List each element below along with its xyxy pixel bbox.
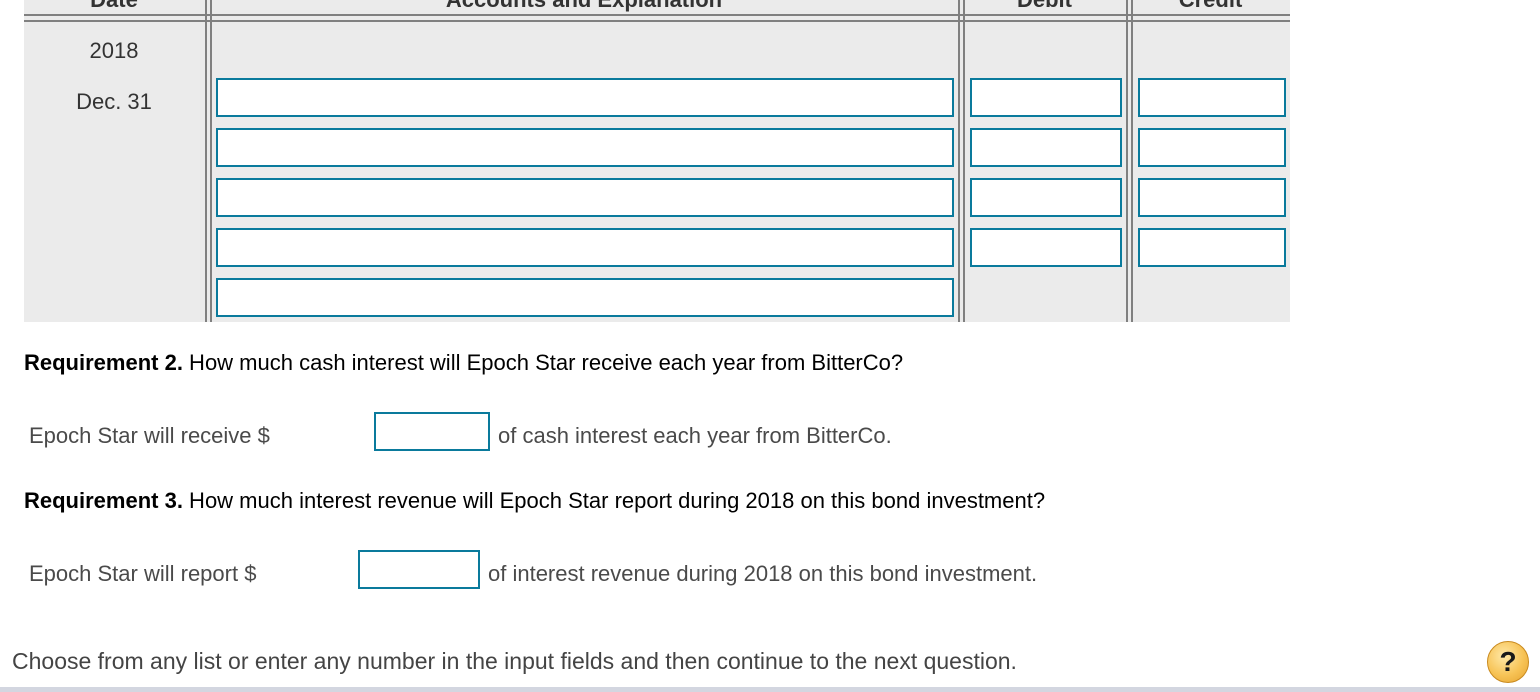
header-debit: Debit (963, 0, 1126, 13)
column-divider (963, 0, 965, 322)
column-divider (1126, 0, 1128, 322)
help-question-icon: ? (1499, 646, 1517, 677)
credit-input[interactable] (1138, 128, 1286, 167)
interest-revenue-input[interactable] (358, 550, 480, 589)
requirement-3-prefix: Epoch Star will report $ (29, 561, 257, 586)
cash-interest-input[interactable] (374, 412, 490, 451)
entry-date: Dec. 31 (76, 89, 152, 114)
requirement-3-label: Requirement 3. (24, 488, 183, 513)
explanation-input[interactable] (216, 278, 954, 317)
column-divider (1131, 0, 1133, 322)
help-button[interactable]: ? (1487, 641, 1529, 683)
debit-input[interactable] (970, 178, 1122, 217)
requirement-3-text: How much interest revenue will Epoch Sta… (182, 488, 1046, 513)
requirement-2-suffix: of cash interest each year from BitterCo… (498, 423, 892, 448)
account-input[interactable] (216, 128, 954, 167)
footer-divider (0, 687, 1540, 692)
requirement-2-prefix: Epoch Star will receive $ (29, 423, 270, 448)
credit-input[interactable] (1138, 178, 1286, 217)
requirement-2-label: Requirement 2. (24, 350, 183, 375)
column-divider (958, 0, 960, 322)
requirement-3-suffix: of interest revenue during 2018 on this … (488, 561, 1038, 586)
debit-input[interactable] (970, 78, 1122, 117)
requirement-3-question: Requirement 3. How much interest revenue… (24, 488, 1045, 514)
header-credit: Credit (1131, 0, 1290, 13)
entry-year: 2018 (89, 38, 139, 63)
account-input[interactable] (216, 178, 954, 217)
account-input[interactable] (216, 78, 954, 117)
instruction-text: Choose from any list or enter any number… (12, 648, 1017, 674)
debit-input[interactable] (970, 228, 1122, 267)
header-date: Date (24, 0, 204, 13)
column-divider (205, 0, 207, 322)
credit-input[interactable] (1138, 228, 1286, 267)
requirement-2-question: Requirement 2. How much cash interest wi… (24, 350, 903, 376)
account-input[interactable] (216, 228, 954, 267)
credit-input[interactable] (1138, 78, 1286, 117)
debit-input[interactable] (970, 128, 1122, 167)
header-accounts: Accounts and Explanation (210, 0, 958, 13)
header-divider (24, 14, 1290, 16)
column-divider (210, 0, 212, 322)
journal-entry-table: Date Accounts and Explanation Debit Cred… (24, 0, 1290, 322)
requirement-2-text: How much cash interest will Epoch Star r… (182, 350, 904, 375)
header-divider (24, 20, 1290, 22)
